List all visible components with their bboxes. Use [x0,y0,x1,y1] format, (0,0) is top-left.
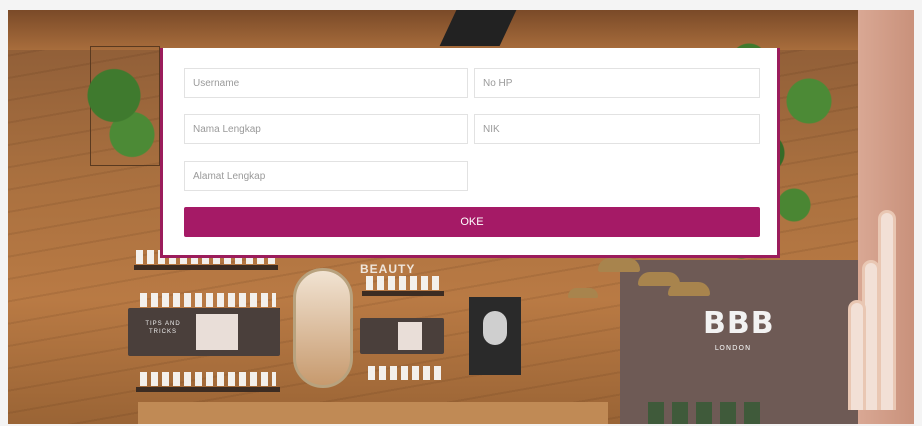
portrait-poster [469,297,521,375]
shelf [362,291,444,296]
display-panel: TIPS AND TRICKS [128,308,280,356]
product-bottles [140,372,276,386]
registration-form-modal: OKE [160,48,780,258]
pendant-lamp [598,258,640,272]
counter [138,402,608,424]
full-name-input[interactable] [184,114,468,144]
portrait-face [483,311,507,345]
display-panel [360,318,444,354]
phone-number-input[interactable] [474,68,760,98]
pendant-lamp [668,282,710,296]
pendant-lamp [568,288,598,298]
shelf [134,265,278,270]
logo-subtitle: LONDON [714,344,752,352]
address-input[interactable] [184,161,468,191]
username-input[interactable] [184,68,468,98]
shelf [136,387,280,392]
salon-chairs [648,402,768,424]
logo-mark: BBB [703,306,775,341]
display-text: TIPS AND TRICKS [145,321,181,335]
product-bottles [368,366,442,380]
ok-submit-button[interactable]: OKE [184,207,760,237]
arch-mirror [878,210,896,410]
display-photo [398,322,422,350]
arch-mirror [848,300,866,410]
display-photo [196,314,238,350]
oval-mirror [293,268,353,388]
product-bottles [140,293,276,307]
brand-logo: BBB LONDON [703,306,775,353]
product-bottles [366,276,442,290]
potted-plant [78,50,168,180]
nik-input[interactable] [474,114,760,144]
wall-sign: BEAUTY [360,262,416,276]
